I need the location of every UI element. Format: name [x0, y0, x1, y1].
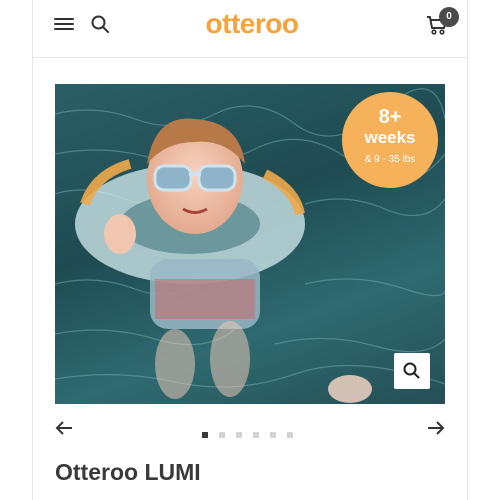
arrow-right-icon[interactable] — [427, 420, 445, 436]
carousel-dot[interactable] — [287, 432, 293, 438]
carousel-dot[interactable] — [236, 432, 242, 438]
badge-age-number: 8+ — [378, 106, 402, 128]
age-weight-badge: 8+ weeks & 9 - 35 lbs — [342, 92, 438, 188]
site-header: otteroo 0 — [32, 0, 468, 58]
carousel-dot[interactable] — [219, 432, 225, 438]
product-title: Otteroo LUMI — [55, 459, 201, 485]
search-icon[interactable] — [90, 14, 110, 34]
zoom-button[interactable] — [394, 353, 430, 389]
logo[interactable]: otteroo — [182, 8, 322, 40]
cart-count-badge[interactable]: 0 — [439, 7, 459, 27]
carousel-dot[interactable] — [270, 432, 276, 438]
hamburger-menu-icon[interactable] — [54, 15, 74, 33]
carousel-dots — [202, 425, 304, 438]
carousel-dot[interactable] — [202, 432, 208, 438]
arrow-left-icon[interactable] — [55, 420, 73, 436]
carousel-nav — [55, 416, 445, 440]
zoom-icon — [403, 362, 420, 379]
badge-age-unit: weeks — [364, 128, 416, 147]
carousel-dot[interactable] — [253, 432, 259, 438]
badge-weight: & 9 - 35 lbs — [364, 154, 416, 165]
